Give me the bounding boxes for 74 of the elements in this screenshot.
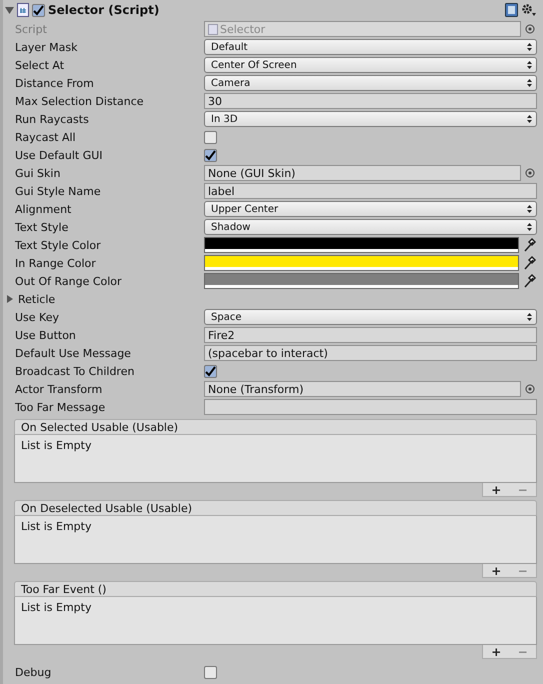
dropdown[interactable]: Space	[204, 309, 537, 325]
up-down-arrows-icon	[527, 61, 532, 69]
eyedropper-icon[interactable]	[523, 273, 537, 289]
add-button[interactable]: +	[491, 646, 502, 658]
dropdown[interactable]: In 3D	[204, 111, 537, 127]
eyedropper-icon[interactable]	[523, 237, 537, 253]
up-down-arrows-icon	[527, 43, 532, 51]
text-field[interactable]: 30	[204, 93, 537, 109]
event-header: On Selected Usable (Usable)	[14, 419, 537, 435]
object-picker-icon[interactable]	[525, 168, 535, 178]
object-picker-icon[interactable]	[525, 384, 535, 394]
object-field[interactable]: None (Transform)	[204, 381, 521, 397]
checkbox[interactable]	[204, 364, 217, 378]
foldout-arrow-icon[interactable]	[6, 294, 15, 304]
object-picker-icon[interactable]	[525, 24, 535, 34]
field-label: Default Use Message	[14, 346, 132, 360]
field-label: Max Selection Distance	[14, 94, 145, 108]
field-label: Distance From	[14, 76, 95, 90]
text-field[interactable]: label	[204, 183, 537, 199]
color-field[interactable]	[204, 255, 519, 271]
field-label: Use Button	[14, 328, 77, 342]
field-label: Select At	[14, 58, 66, 72]
field-label: Debug	[14, 666, 52, 678]
text-field[interactable]	[204, 399, 537, 415]
dropdown[interactable]: Center Of Screen	[204, 57, 537, 73]
script-file-icon	[208, 24, 218, 34]
field-label: Use Key	[14, 310, 60, 324]
checkbox[interactable]	[204, 148, 217, 162]
field-label: Raycast All	[14, 130, 77, 144]
field-label: Use Default GUI	[14, 148, 104, 162]
field-label: Actor Transform	[14, 382, 104, 396]
component-title: Selector (Script)	[48, 3, 160, 17]
field-label: Script	[14, 22, 48, 36]
field-label: Broadcast To Children	[14, 364, 136, 378]
up-down-arrows-icon	[527, 205, 532, 213]
event-header: On Deselected Usable (Usable)	[14, 500, 537, 516]
checkbox[interactable]	[204, 666, 217, 678]
event-header: Too Far Event ()	[14, 581, 537, 597]
color-field[interactable]	[204, 237, 519, 253]
field-label: Run Raycasts	[14, 112, 90, 126]
field-label: Text Style Color	[14, 238, 102, 252]
field-label: Text Style	[14, 220, 70, 234]
field-label: In Range Color	[14, 256, 97, 270]
up-down-arrows-icon	[527, 313, 532, 321]
up-down-arrows-icon	[527, 79, 532, 87]
color-field[interactable]	[204, 273, 519, 289]
object-field[interactable]: None (GUI Skin)	[204, 165, 521, 181]
dropdown[interactable]: Shadow	[204, 219, 537, 235]
eyedropper-icon[interactable]	[523, 255, 537, 271]
script-file-icon	[17, 3, 29, 17]
empty-list-message: List is Empty	[21, 520, 92, 533]
add-button[interactable]: +	[491, 484, 502, 496]
field-label: Out Of Range Color	[14, 274, 123, 288]
help-book-icon[interactable]	[505, 3, 518, 17]
foldout-label[interactable]: Reticle	[18, 292, 56, 306]
up-down-arrows-icon	[527, 115, 532, 123]
text-field[interactable]: (spacebar to interact)	[204, 345, 537, 361]
enable-checkbox[interactable]	[32, 4, 45, 16]
gear-icon[interactable]	[521, 3, 537, 17]
field-label: Too Far Message	[14, 400, 106, 414]
dropdown[interactable]: Camera	[204, 75, 537, 91]
field-label: Gui Style Name	[14, 184, 102, 198]
text-field[interactable]: Fire2	[204, 327, 537, 343]
dropdown[interactable]: Default	[204, 39, 537, 55]
checkbox[interactable]	[204, 130, 217, 144]
foldout-arrow-icon[interactable]	[5, 6, 14, 14]
empty-list-message: List is Empty	[21, 601, 92, 614]
add-button[interactable]: +	[491, 564, 502, 576]
dropdown[interactable]: Upper Center	[204, 201, 537, 217]
up-down-arrows-icon	[527, 223, 532, 231]
empty-list-message: List is Empty	[21, 439, 92, 452]
field-label: Layer Mask	[14, 40, 78, 54]
field-label: Alignment	[14, 202, 72, 216]
field-label: Gui Skin	[14, 166, 62, 180]
